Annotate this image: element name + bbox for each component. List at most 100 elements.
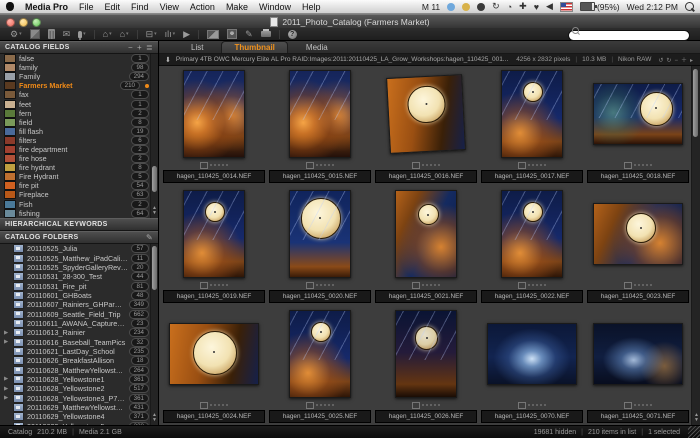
catalog-folder-item[interactable]: ▶20110613_Rainier234: [0, 328, 158, 337]
photo-icon[interactable]: [207, 30, 219, 39]
catalog-fields-header[interactable]: CATALOG FIELDS −+≣: [0, 41, 158, 54]
rating-dot-icon[interactable]: [650, 404, 652, 406]
rating-dot-icon[interactable]: [650, 284, 652, 286]
catalog-field-item[interactable]: fire hydrant8: [0, 163, 158, 172]
rating-dot-icon[interactable]: [324, 404, 326, 406]
rating-dot-icon[interactable]: [218, 404, 220, 406]
rating-dot-icon[interactable]: [642, 404, 644, 406]
catalog-field-item[interactable]: false1: [0, 54, 158, 63]
rating-dot-icon[interactable]: [544, 164, 546, 166]
catalog-folder-item[interactable]: ▶20110628_Yellowstone3_P7000361: [0, 394, 158, 403]
edit-image-icon[interactable]: [30, 29, 40, 39]
thumbnail-cell[interactable]: hagen_110425_0070.NEF: [479, 306, 585, 426]
rating-dot-icon[interactable]: [438, 284, 440, 286]
thumbnail-cell[interactable]: hagen_110425_0071.NEF: [585, 306, 691, 426]
catalog-field-item[interactable]: fill flash19: [0, 127, 158, 136]
catalog-field-item[interactable]: Farmers Market210: [0, 81, 158, 90]
rating-dot-icon[interactable]: [328, 284, 330, 286]
rating-dot-icon[interactable]: [638, 284, 640, 286]
rating-dot-icon[interactable]: [218, 164, 220, 166]
label-checkbox-icon[interactable]: [306, 282, 314, 289]
catalog-folder-item[interactable]: ▶20110616_Baseball_TeamPics32: [0, 337, 158, 346]
play-slideshow-icon[interactable]: ▶: [183, 30, 190, 39]
menu-extra-m11[interactable]: M 11: [422, 2, 440, 12]
spotlight-icon[interactable]: [685, 2, 694, 11]
battery-icon[interactable]: (95%): [580, 2, 620, 12]
resize-grip[interactable]: [688, 426, 700, 438]
thumbnail-cell[interactable]: hagen_110425_0023.NEF: [585, 186, 691, 306]
fields-scroll-arrows[interactable]: ▲▼: [151, 206, 158, 216]
disclosure-triangle-icon[interactable]: ▶: [4, 339, 10, 345]
thumbnail-cell[interactable]: hagen_110425_0018.NEF: [585, 66, 691, 186]
rating-dot-icon[interactable]: [226, 164, 228, 166]
rating-dot-icon[interactable]: [650, 164, 652, 166]
catalog-field-item[interactable]: feet1: [0, 99, 158, 108]
fields-tool-icon[interactable]: −: [128, 44, 133, 52]
rating-dot-icon[interactable]: [332, 164, 334, 166]
voice-annotation-icon[interactable]: ▾: [78, 30, 86, 39]
print-icon[interactable]: [261, 31, 271, 37]
disclosure-triangle-icon[interactable]: ▶: [4, 386, 10, 392]
catalog-folder-item[interactable]: 20110629_Yellowstone4371: [0, 412, 158, 421]
catalog-folder-item[interactable]: ▶20110628_Yellowstone1361: [0, 375, 158, 384]
rating-dot-icon[interactable]: [316, 284, 318, 286]
folders-scrollbar-thumb[interactable]: [152, 246, 157, 290]
catalog-field-item[interactable]: fishing64: [0, 209, 158, 218]
label-checkbox-icon[interactable]: [306, 162, 314, 169]
label-checkbox-icon[interactable]: [200, 402, 208, 409]
catalog-folder-item[interactable]: 20110607_Rainiers_GHParade349: [0, 300, 158, 309]
rating-dot-icon[interactable]: [332, 404, 334, 406]
thumbnail-cell[interactable]: hagen_110425_0015.NEF: [267, 66, 373, 186]
help-icon[interactable]: ?: [288, 30, 297, 39]
label-checkbox-icon[interactable]: [412, 402, 420, 409]
thumbnail-cell[interactable]: hagen_110425_0026.NEF: [373, 306, 479, 426]
catalog-field-item[interactable]: fire hose2: [0, 154, 158, 163]
rating-dot-icon[interactable]: [544, 284, 546, 286]
thumbnail-cell[interactable]: hagen_110425_0021.NEF: [373, 186, 479, 306]
menu-item-view[interactable]: View: [160, 2, 179, 12]
grid-scroll-arrows[interactable]: ▲▼: [693, 413, 700, 423]
minimize-window-button[interactable]: [19, 18, 28, 27]
rating-dot-icon[interactable]: [430, 164, 432, 166]
rating-dot-icon[interactable]: [646, 164, 648, 166]
rating-dot-icon[interactable]: [634, 284, 636, 286]
rating-dot-icon[interactable]: [426, 164, 428, 166]
photo-thumbnail[interactable]: [501, 70, 563, 158]
label-checkbox-icon[interactable]: [624, 162, 632, 169]
rating-dot-icon[interactable]: [422, 284, 424, 286]
photo-thumbnail[interactable]: [183, 70, 245, 158]
info-control-icon[interactable]: ↻: [666, 58, 672, 64]
label-checkbox-icon[interactable]: [518, 402, 526, 409]
thumbnail-cell[interactable]: hagen_110425_0016.NEF: [373, 66, 479, 186]
catalog-folder-item[interactable]: 20110525_Julia57: [0, 244, 158, 253]
rating-dot-icon[interactable]: [540, 164, 542, 166]
info-control-icon[interactable]: ↺: [658, 58, 664, 64]
rating-dot-icon[interactable]: [528, 164, 530, 166]
catalog-folder-item[interactable]: 20110601_GHBoats48: [0, 291, 158, 300]
photo-thumbnail[interactable]: [395, 310, 457, 398]
chart-icon[interactable]: ılı▾: [165, 30, 176, 39]
label-checkbox-icon[interactable]: [200, 162, 208, 169]
rating-dot-icon[interactable]: [328, 404, 330, 406]
tab-list[interactable]: List: [179, 42, 215, 53]
rating-dot-icon[interactable]: [634, 164, 636, 166]
rating-dot-icon[interactable]: [536, 404, 538, 406]
levels-icon[interactable]: ⊟▾: [146, 30, 157, 39]
catalog-folder-item[interactable]: 20110629_MatthewYellowstone2431: [0, 403, 158, 412]
grid-scrollbar[interactable]: ▲▼: [691, 66, 700, 425]
menubar-clock[interactable]: Wed 2:12 PM: [627, 2, 678, 12]
disclosure-triangle-icon[interactable]: ▶: [4, 330, 10, 336]
catalog-folder-item[interactable]: 20110621_LastDay_School235: [0, 347, 158, 356]
info-control-icon[interactable]: −: [674, 58, 679, 64]
catalog-folder-item[interactable]: 20110626_BreakfastAllison18: [0, 356, 158, 365]
fields-tool-icon[interactable]: +: [137, 44, 142, 52]
catalog-fields-tools[interactable]: −+≣: [128, 44, 153, 52]
catalog-folder-item[interactable]: 20110611_AWANA_CaptureClip23: [0, 319, 158, 328]
menu-item-help[interactable]: Help: [302, 2, 321, 12]
rating-dot-icon[interactable]: [320, 164, 322, 166]
info-control-icon[interactable]: ▸: [690, 58, 694, 64]
catalog-field-item[interactable]: family98: [0, 63, 158, 72]
catalog-field-item[interactable]: filters6: [0, 136, 158, 145]
rating-dot-icon[interactable]: [634, 404, 636, 406]
catalog-folder-item[interactable]: 20110531_28-300_Test44: [0, 272, 158, 281]
